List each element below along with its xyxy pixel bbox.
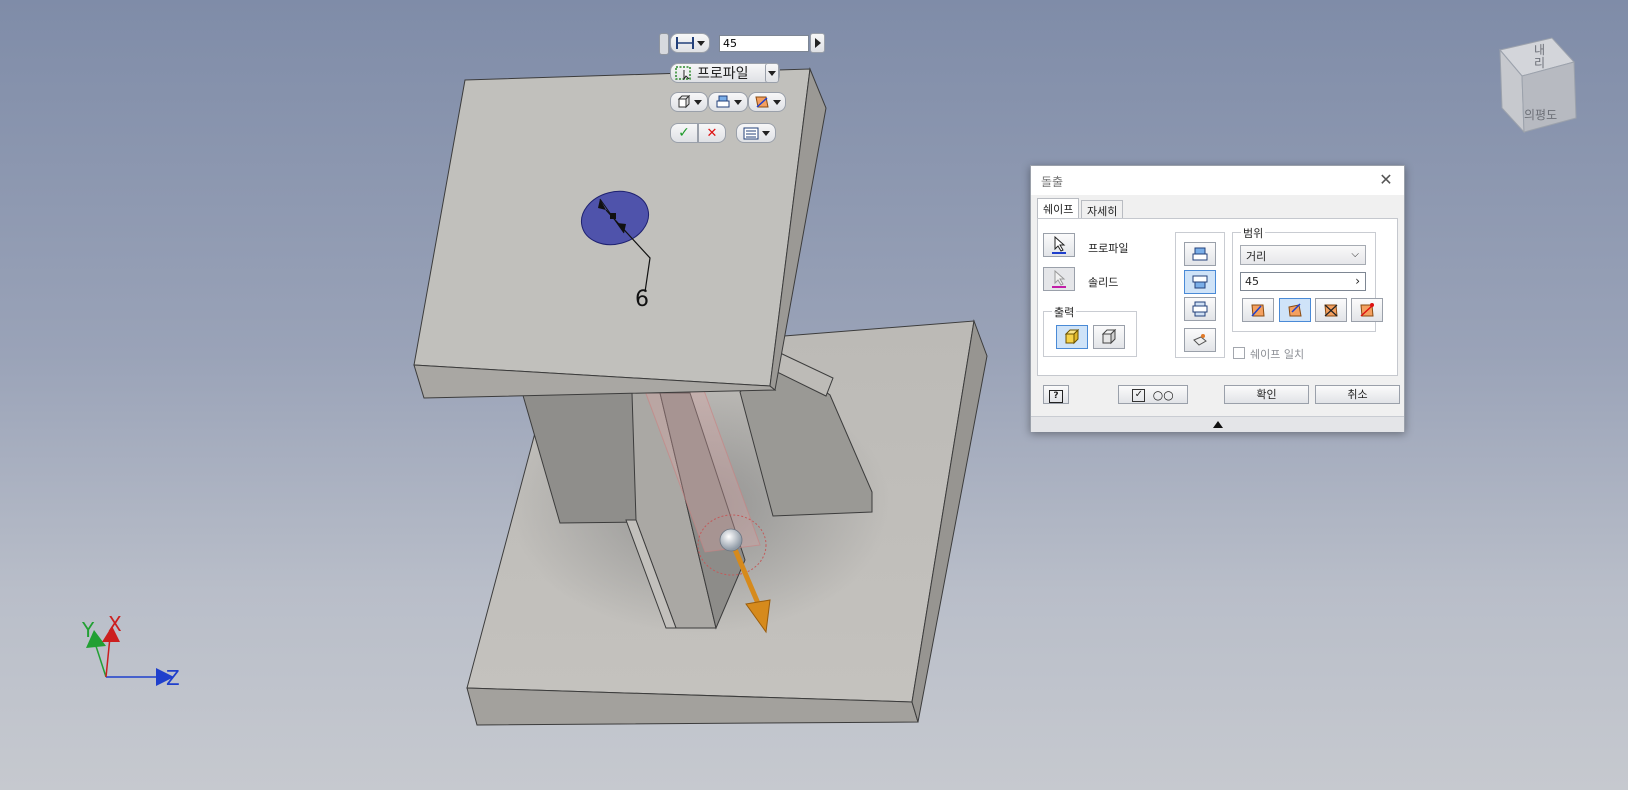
mini-toolbar-grip[interactable] xyxy=(659,33,669,55)
solid-cube-icon xyxy=(1064,329,1080,345)
match-shape-checkbox[interactable] xyxy=(1233,347,1245,359)
mini-profile-button[interactable]: 프로파일 xyxy=(670,63,780,83)
distance-mode-button[interactable] xyxy=(670,33,710,53)
view-cube-face-top[interactable]: 내리 xyxy=(1534,44,1552,70)
mini-apply-arrow[interactable] xyxy=(810,33,825,53)
solid-label: 솔리드 xyxy=(1088,276,1119,289)
checkmark-icon: ✓ xyxy=(678,125,690,141)
mini-solid-button[interactable] xyxy=(670,92,708,112)
direction-symmetric-button[interactable] xyxy=(1184,297,1216,321)
match-shape-label: 쉐이프 일치 xyxy=(1250,348,1305,361)
cursor-icon xyxy=(1052,270,1066,288)
direction-icon xyxy=(716,95,729,108)
extents-type-dropdown[interactable]: 거리 ⌵ xyxy=(1240,245,1366,265)
intersect-icon xyxy=(1324,304,1338,317)
ok-button[interactable]: 확인 xyxy=(1224,385,1309,404)
mini-profile-dropdown[interactable] xyxy=(765,63,779,83)
tab-more[interactable]: 자세히 xyxy=(1081,200,1124,219)
profile-select-button[interactable] xyxy=(1043,233,1075,257)
chevron-down-icon xyxy=(693,99,702,105)
surface-cube-icon xyxy=(1101,329,1117,345)
y-axis-label: Y xyxy=(82,618,95,642)
x-axis-label: X xyxy=(108,612,122,636)
operation-join-button[interactable] xyxy=(1242,298,1274,322)
operation-cut-button[interactable] xyxy=(1279,298,1311,322)
direction-asymmetric-icon xyxy=(1193,334,1207,346)
cancel-button[interactable]: 취소 xyxy=(1315,385,1400,404)
chevron-down-icon xyxy=(696,40,705,46)
checkbox-checked-icon[interactable]: ✓ xyxy=(1132,388,1146,402)
distance-input-value: 45 xyxy=(1245,275,1259,288)
direction-flipped-icon xyxy=(1192,275,1208,289)
direction-asymmetric-button[interactable] xyxy=(1184,328,1216,352)
mini-distance-input[interactable] xyxy=(719,35,809,52)
tab-shape[interactable]: 쉐이프 xyxy=(1037,198,1080,219)
mini-cancel-button[interactable]: ✕ xyxy=(698,123,726,143)
extents-group-label: 범위 xyxy=(1241,225,1266,241)
dialog-expand-bar[interactable] xyxy=(1031,416,1404,432)
distance-icon xyxy=(675,37,694,49)
mini-direction-button[interactable] xyxy=(708,92,748,112)
new-solid-icon xyxy=(1360,303,1374,317)
list-options-icon xyxy=(743,127,758,139)
output-solid-button[interactable] xyxy=(1056,325,1088,349)
chevron-right-icon[interactable]: › xyxy=(1355,274,1360,288)
join-icon xyxy=(1251,304,1265,317)
help-button[interactable]: ? xyxy=(1043,385,1069,404)
direction-default-button[interactable] xyxy=(1184,242,1216,266)
chevron-down-icon xyxy=(733,99,742,105)
mini-profile-label: 프로파일 xyxy=(697,66,749,82)
chevron-down-icon xyxy=(772,99,781,105)
dialog-close-button[interactable]: ✕ xyxy=(1376,170,1396,190)
mini-operation-button[interactable] xyxy=(748,92,786,112)
chevron-down-icon xyxy=(768,70,776,76)
profile-select-icon xyxy=(675,66,691,80)
operation-intersect-button[interactable] xyxy=(1315,298,1347,322)
direction-flipped-button[interactable] xyxy=(1184,270,1216,294)
extents-type-value: 거리 xyxy=(1246,250,1267,263)
solid-select-button[interactable] xyxy=(1043,267,1075,291)
play-arrow-icon xyxy=(814,38,821,48)
glasses-icon: ○○ xyxy=(1152,387,1174,402)
dialog-title-bar[interactable]: 돌출 ✕ xyxy=(1031,166,1404,195)
direction-default-icon xyxy=(1192,247,1208,261)
mini-options-button[interactable] xyxy=(736,123,776,143)
output-group-label: 출력 xyxy=(1052,304,1077,320)
distance-input[interactable]: 45 › xyxy=(1240,272,1366,291)
direction-symmetric-icon xyxy=(1192,301,1208,317)
help-icon: ? xyxy=(1049,390,1063,403)
profile-dimension-value[interactable]: 6 xyxy=(635,287,649,312)
preview-toggle[interactable]: ✓ ○○ xyxy=(1118,385,1188,404)
cursor-icon xyxy=(1052,236,1066,254)
chevron-down-icon: ⌵ xyxy=(1351,249,1359,260)
view-cube-face-front[interactable]: 의평도 xyxy=(1524,106,1557,123)
output-surface-button[interactable] xyxy=(1093,325,1125,349)
dialog-title: 돌출 xyxy=(1041,175,1064,189)
z-axis-label: Z xyxy=(166,666,180,690)
chevron-down-icon xyxy=(761,130,770,136)
close-icon: ✕ xyxy=(706,125,718,141)
cut-icon xyxy=(1288,303,1302,317)
chevron-up-icon xyxy=(1212,421,1223,428)
mini-ok-button[interactable]: ✓ xyxy=(670,123,698,143)
profile-label: 프로파일 xyxy=(1088,242,1129,255)
cube-icon xyxy=(677,95,690,109)
operation-new-solid-button[interactable] xyxy=(1351,298,1383,322)
join-icon xyxy=(754,96,769,108)
close-icon: ✕ xyxy=(1379,170,1393,189)
